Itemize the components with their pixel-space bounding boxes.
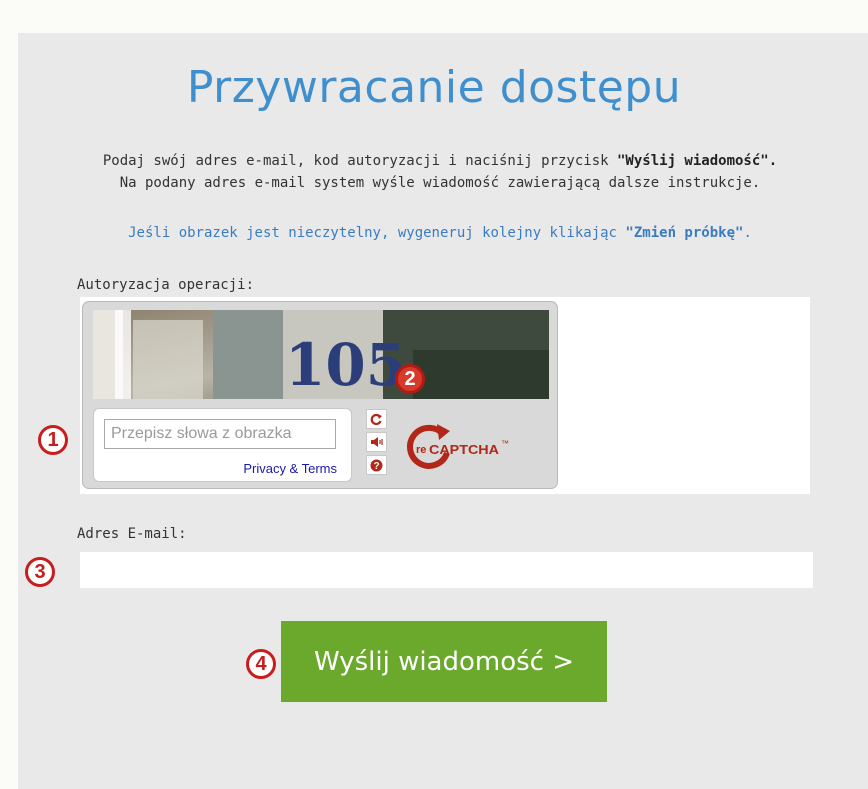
recaptcha-logo: re CAPTCHA ™ bbox=[403, 420, 543, 474]
captcha-image: 105 bbox=[93, 310, 549, 399]
annotation-marker-4: 4 bbox=[246, 649, 276, 679]
instructions-button-ref: "Wyślij wiadomość". bbox=[617, 153, 778, 169]
instructions-line-1: Podaj swój adres e-mail, kod autoryzacji… bbox=[30, 153, 850, 169]
annotation-marker-1: 1 bbox=[38, 425, 68, 455]
reload-captcha-button[interactable] bbox=[366, 409, 387, 429]
email-input[interactable] bbox=[80, 552, 813, 588]
recaptcha-logo-icon: re CAPTCHA ™ bbox=[407, 424, 509, 469]
recaptcha-logo-tm: ™ bbox=[501, 439, 509, 448]
captcha-image-text: 105 bbox=[285, 331, 406, 399]
captcha-hint: Jeśli obrazek jest nieczytelny, wygeneru… bbox=[30, 225, 850, 241]
captcha-response-input[interactable] bbox=[104, 419, 336, 449]
instructions-text: Podaj swój adres e-mail, kod autoryzacji… bbox=[102, 153, 617, 169]
recaptcha-logo-name: CAPTCHA bbox=[429, 442, 500, 457]
captcha-input-container: Privacy & Terms bbox=[93, 408, 352, 482]
help-captcha-button[interactable]: ? bbox=[366, 455, 387, 475]
instructions-line-2: Na podany adres e-mail system wyśle wiad… bbox=[119, 175, 761, 191]
annotation-marker-2: 2 bbox=[395, 364, 425, 394]
speaker-icon bbox=[370, 437, 383, 447]
recaptcha-logo-re: re bbox=[416, 444, 426, 456]
change-sample-ref: "Zmień próbkę" bbox=[625, 225, 744, 241]
captcha-hint-end: . bbox=[743, 225, 752, 241]
help-icon: ? bbox=[370, 459, 383, 472]
send-message-button[interactable]: Wyślij wiadomość > bbox=[281, 621, 607, 702]
captcha-hint-text: Jeśli obrazek jest nieczytelny, wygeneru… bbox=[128, 225, 626, 241]
privacy-terms-link[interactable]: Privacy & Terms bbox=[243, 461, 337, 476]
audio-captcha-button[interactable] bbox=[366, 432, 387, 452]
recaptcha-widget: 105 Privacy & Terms ? re CAPTCHA ™ bbox=[82, 301, 558, 489]
email-label: Adres E-mail: bbox=[77, 526, 187, 542]
svg-text:?: ? bbox=[373, 461, 379, 472]
page-title: Przywracanie dostępu bbox=[186, 62, 682, 113]
reload-icon bbox=[370, 413, 382, 425]
captcha-image-graphic: 105 bbox=[93, 310, 549, 399]
annotation-marker-3: 3 bbox=[25, 557, 55, 587]
captcha-label: Autoryzacja operacji: bbox=[77, 277, 255, 293]
